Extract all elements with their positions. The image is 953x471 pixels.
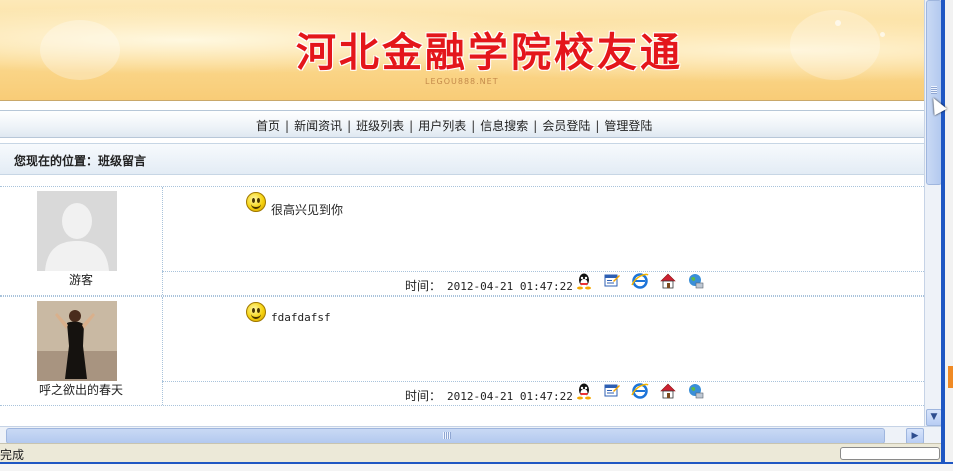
avatar [37,191,117,271]
status-bar: 完成 [0,443,941,463]
message-time: 时间： 2012-04-21 01:47:22 [405,387,573,404]
breadcrumb-text: 您现在的位置：班级留言 [14,154,147,168]
message-divider [162,271,924,272]
banner-sparkle [40,20,120,80]
nav-class-list[interactable]: 班级列表 [356,119,404,133]
nav-user-list[interactable]: 用户列表 [418,119,466,133]
qq-icon[interactable] [575,382,593,400]
smiley-icon [246,302,266,322]
vertical-scrollbar[interactable]: ▼ [924,0,942,426]
browser-viewport: 河北金融学院校友通 LEGOU888.NET 首页 | 新闻资讯 | 班级列表 | 用户列表… [0,0,924,426]
banner-sparkle [835,20,841,26]
nav-separator: | [595,119,600,133]
home-icon[interactable] [659,272,677,290]
message-content: 很高兴见到你 [271,203,344,217]
breadcrumb: 您现在的位置：班级留言 [0,143,924,175]
time-value: 2012-04-21 01:47:22 [447,280,573,293]
globe-icon[interactable] [687,272,705,290]
edit-icon[interactable] [603,382,621,400]
main-navbar: 首页 | 新闻资讯 | 班级列表 | 用户列表 | 信息搜索 | 会员登陆 | 管理登陆 [0,110,924,138]
site-banner: 河北金融学院校友通 LEGOU888.NET [0,0,924,101]
message-author-cell: 游客 [0,187,163,295]
status-text: 完成 [0,448,25,462]
smiley-icon [246,192,266,212]
message-author: 游客 [68,273,93,287]
banner-subtitle: LEGOU888.NET [425,77,499,86]
nav-separator: | [347,119,352,133]
message-row: 游客 很高兴见到你 时间： 2012-04-21 01:47:22 [0,186,924,296]
scroll-down-button[interactable]: ▼ [926,409,942,426]
nav-separator: | [285,119,290,133]
message-author: 呼之欲出的春天 [38,383,123,397]
message-time: 时间： 2012-04-21 01:47:22 [405,277,573,294]
edit-icon[interactable] [603,272,621,290]
message-content: fdafdafsf [271,311,331,324]
time-label: 时间： [405,389,442,403]
vertical-scroll-thumb[interactable] [926,0,942,185]
nav-member-login[interactable]: 会员登陆 [542,119,590,133]
nav-separator: | [533,119,538,133]
horizontal-scroll-thumb[interactable] [6,428,885,444]
nav-home[interactable]: 首页 [256,119,280,133]
horizontal-scrollbar[interactable]: ▶ [0,426,941,444]
scroll-right-button[interactable]: ▶ [906,428,924,444]
qq-icon[interactable] [575,272,593,290]
nav-search[interactable]: 信息搜索 [480,119,528,133]
message-divider [162,381,924,382]
ie-icon[interactable] [631,272,649,290]
time-label: 时间： [405,279,442,293]
nav-news[interactable]: 新闻资讯 [294,119,342,133]
ie-icon[interactable] [631,382,649,400]
progress-indicator [840,447,940,460]
window-frame-bottom [0,462,953,471]
message-row: 呼之欲出的春天 fdafdafsf 时间： 2012-04-21 01:47:22 [0,296,924,406]
avatar [37,301,117,381]
message-author-cell: 呼之欲出的春天 [0,297,163,405]
nav-admin-login[interactable]: 管理登陆 [604,119,652,133]
banner-sparkle [880,32,885,37]
window-frame-right [941,0,953,469]
banner-title: 河北金融学院校友通 [296,30,683,76]
globe-icon[interactable] [687,382,705,400]
nav-separator: | [409,119,414,133]
time-value: 2012-04-21 01:47:22 [447,390,573,403]
nav-separator: | [471,119,476,133]
home-icon[interactable] [659,382,677,400]
